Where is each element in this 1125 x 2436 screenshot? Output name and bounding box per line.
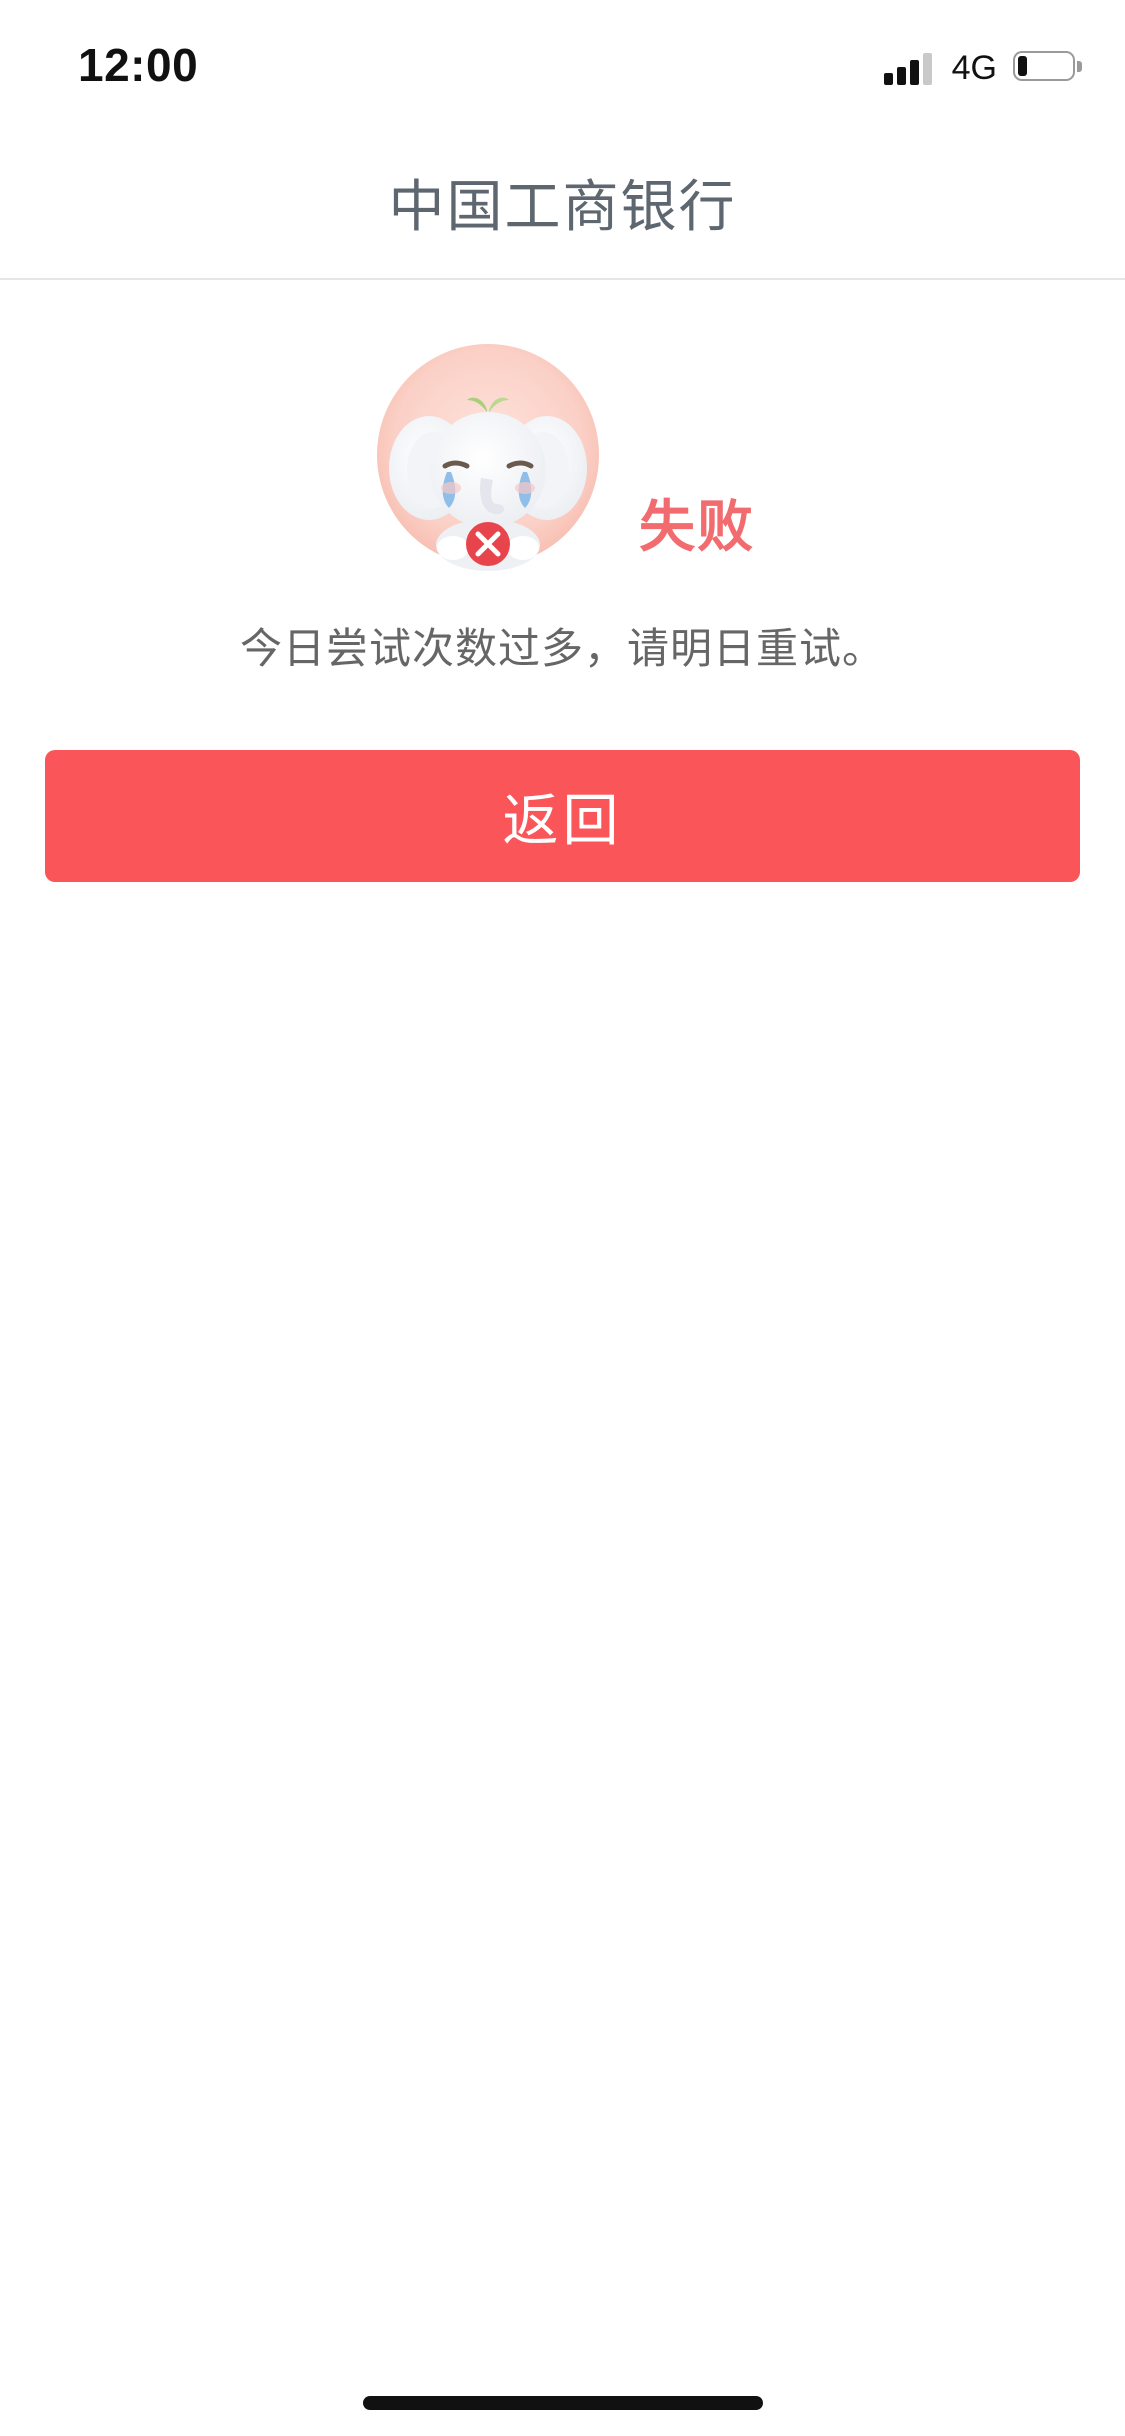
status-bar: 12:00 4G — [0, 0, 1125, 135]
back-button[interactable]: 返回 — [45, 750, 1080, 882]
network-type-label: 4G — [951, 48, 997, 87]
signal-bars-icon — [883, 51, 936, 85]
back-button-label: 返回 — [502, 788, 623, 852]
battery-icon — [1013, 51, 1083, 85]
nav-bar: 中国工商银行 — [0, 135, 1125, 280]
result-message: 今日尝试次数过多，请明日重试。 — [239, 624, 885, 673]
home-indicator[interactable] — [363, 2396, 763, 2410]
result-header: 失败 — [377, 340, 777, 580]
page: 12:00 4G 中国工商银行 失败 今日尝试次数过多，请明日重试。 返回 — [0, 0, 1125, 2436]
result-status-title: 失败 — [639, 495, 755, 560]
status-indicators: 4G — [883, 48, 1083, 88]
page-title: 中国工商银行 — [388, 175, 737, 240]
status-time: 12:00 — [78, 39, 199, 91]
crying-elephant-icon — [377, 344, 599, 571]
